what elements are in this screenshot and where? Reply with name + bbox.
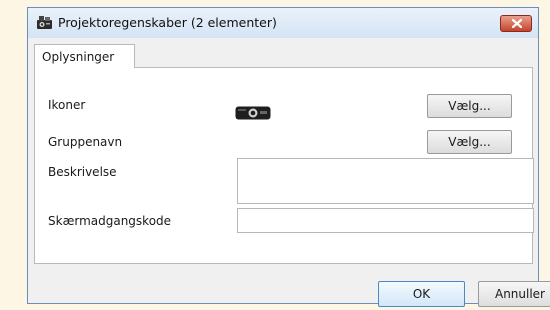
close-button[interactable] — [500, 15, 532, 32]
choose-icon-button[interactable]: Vælg... — [427, 94, 512, 118]
screen-password-field[interactable] — [237, 208, 534, 233]
projector-group-icon — [37, 16, 52, 29]
projector-properties-dialog: Projektoregenskaber (2 elementer) Oplysn… — [27, 7, 550, 307]
description-field[interactable] — [237, 158, 534, 204]
choose-group-button[interactable]: Vælg... — [427, 130, 512, 154]
password-label: Skærmadgangskode — [48, 214, 172, 228]
tab-oplysninger[interactable]: Oplysninger — [34, 44, 135, 68]
title-bar[interactable]: Projektoregenskaber (2 elementer) — [28, 8, 538, 38]
description-label: Beskrivelse — [48, 165, 117, 179]
projector-icon — [235, 106, 271, 120]
icons-label: Ikoner — [48, 98, 86, 112]
cancel-button[interactable]: Annuller — [478, 281, 550, 307]
dialog-title: Projektoregenskaber (2 elementer) — [58, 15, 277, 30]
close-icon — [512, 19, 522, 28]
groupname-label: Gruppenavn — [48, 135, 123, 149]
ok-button[interactable]: OK — [378, 281, 465, 307]
